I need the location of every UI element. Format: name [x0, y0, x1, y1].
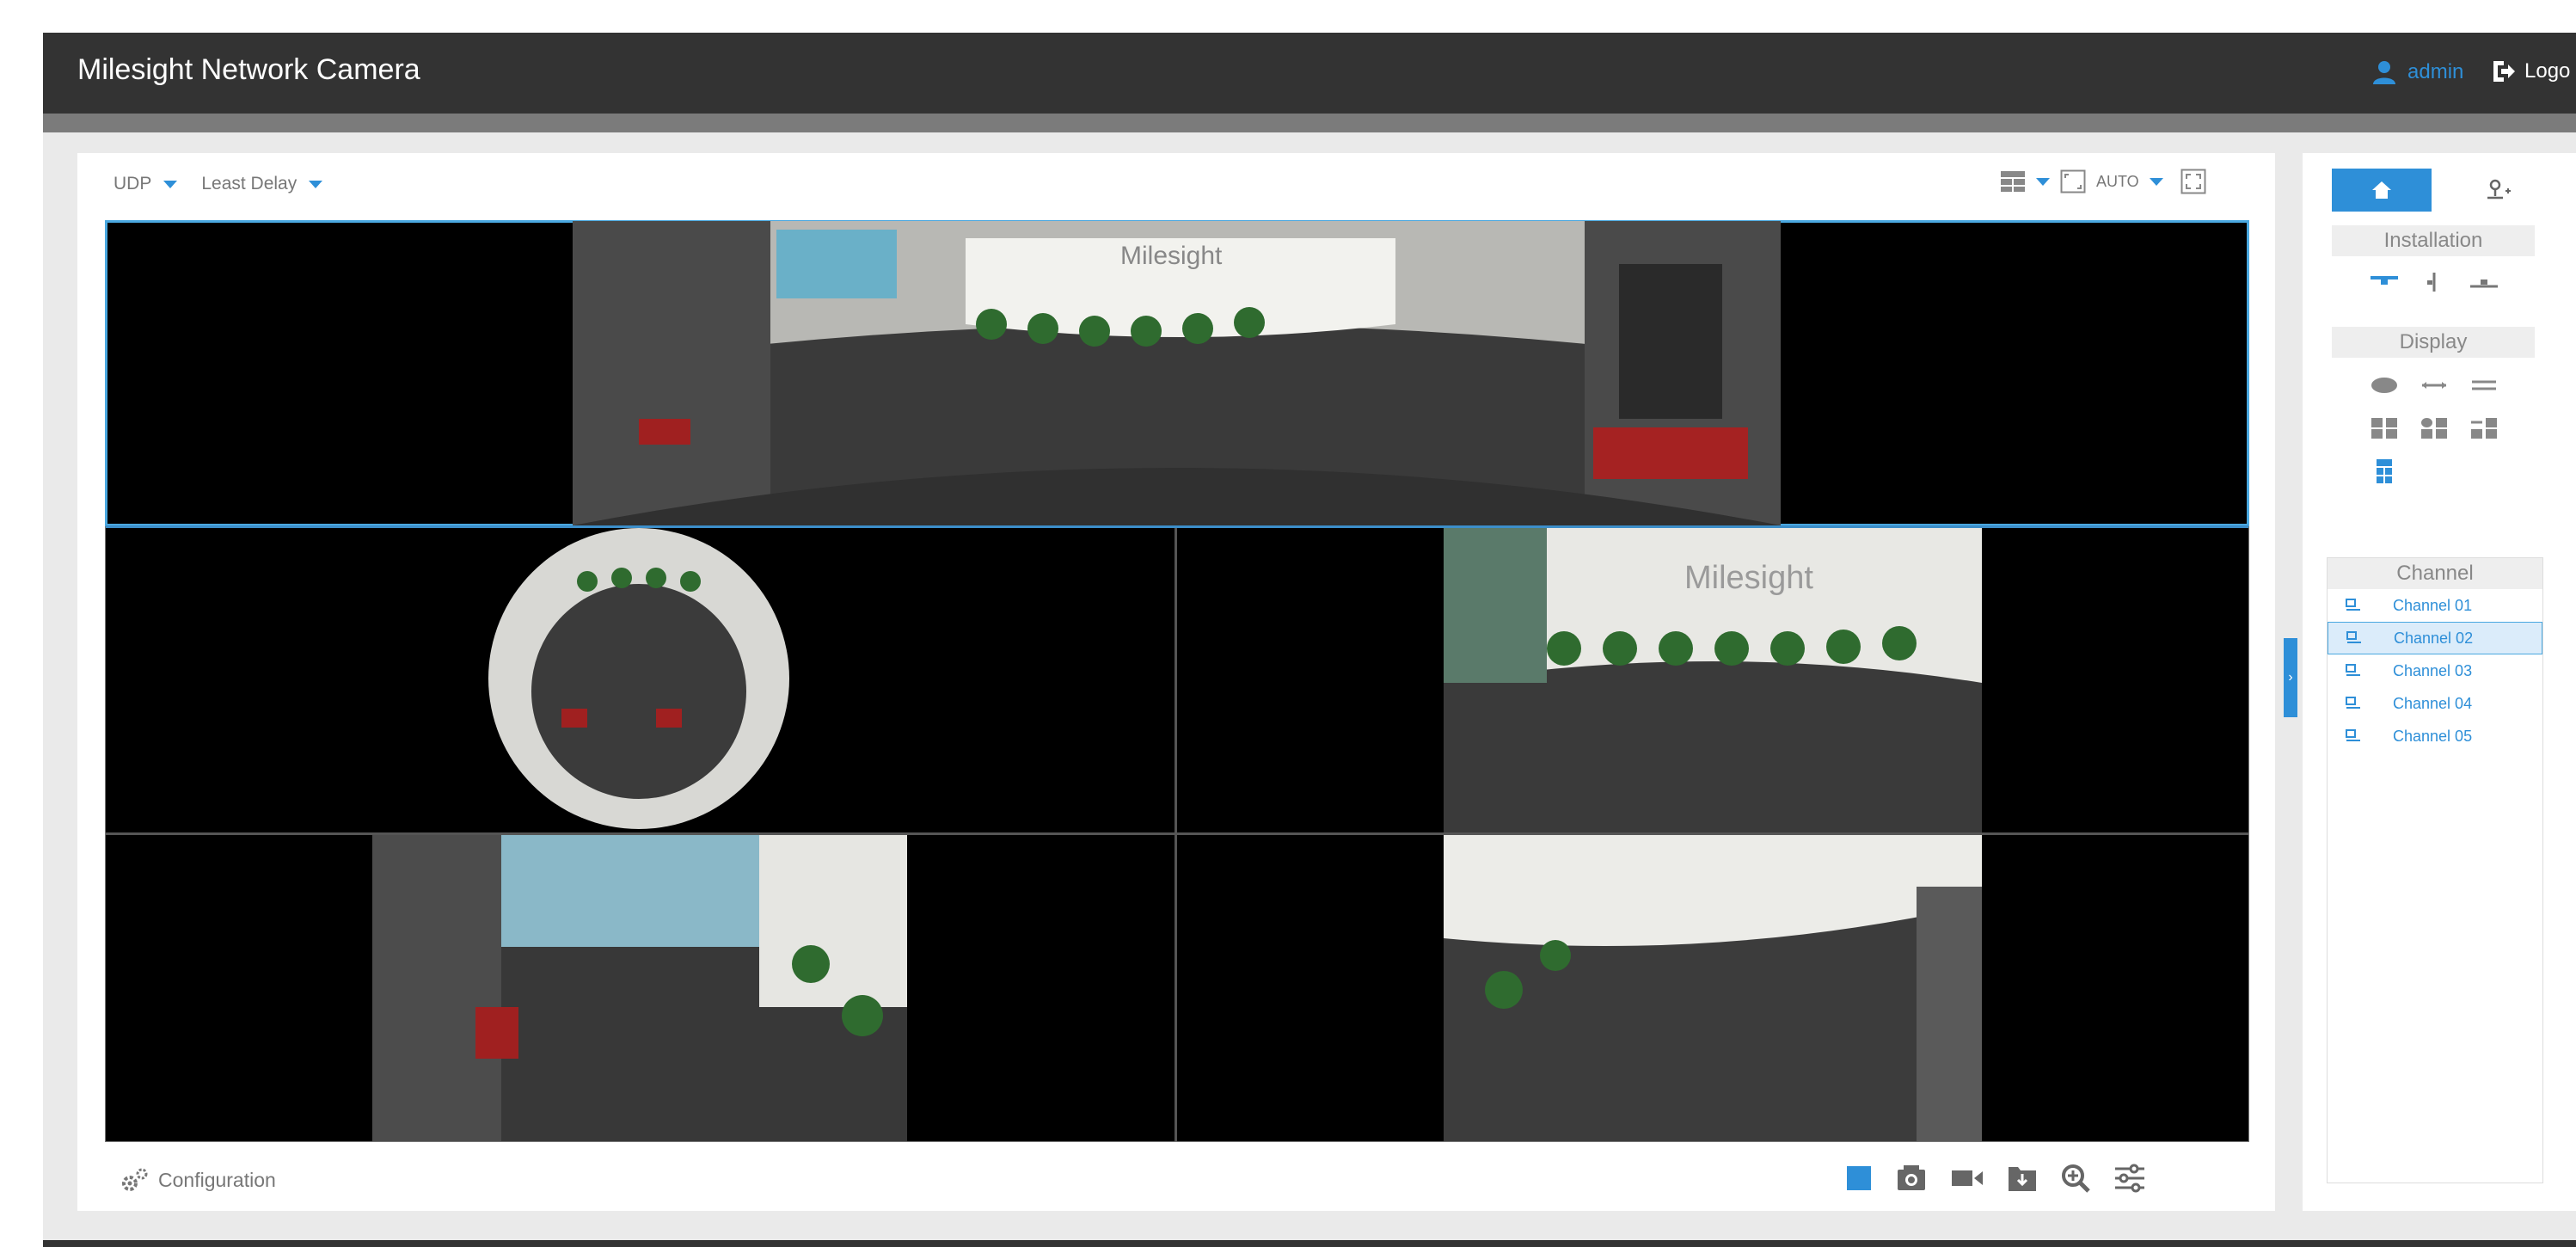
protocol-value: UDP	[113, 174, 152, 194]
fullscreen-icon[interactable]	[2180, 169, 2206, 194]
view-toolbar: AUTO	[2000, 169, 2206, 194]
panorama-plus-four-mode-icon[interactable]	[2364, 456, 2404, 487]
svg-text:Milesight: Milesight	[1120, 242, 1223, 270]
chevron-down-icon[interactable]	[2036, 177, 2050, 186]
top-header: Milesight Network Camera admin Logo	[43, 33, 2576, 114]
channel-label: Channel 03	[2393, 661, 2473, 679]
stream-settings: UDP Least Delay	[113, 174, 323, 194]
video-grid: Milesight Milesight	[105, 220, 2249, 1142]
panorama-mode-icon[interactable]	[2414, 370, 2454, 401]
delay-select[interactable]: Least Delay	[201, 174, 323, 194]
channel-list-header: Channel	[2328, 558, 2542, 589]
layout-icon[interactable]	[2000, 170, 2026, 193]
right-view-video-frame	[1444, 835, 1982, 1141]
bottom-toolbar: Configuration	[77, 1149, 2275, 1211]
app-window: Milesight Network Camera admin Logo UDP	[43, 33, 2576, 1247]
channel-list: Channel Channel 01 Channel 02 Channel 03…	[2327, 557, 2543, 1183]
zoom-in-icon[interactable]	[2060, 1163, 2091, 1194]
chevron-down-icon	[163, 180, 178, 188]
svg-text:Milesight: Milesight	[1684, 560, 1813, 596]
logout-button[interactable]: Logo	[2492, 59, 2570, 83]
double-panorama-mode-icon[interactable]	[2464, 370, 2504, 401]
display-section-header: Display	[2332, 327, 2535, 358]
panorama-video-frame: Milesight	[573, 221, 1781, 525]
aspect-ratio-icon[interactable]	[2060, 169, 2086, 194]
front-view-video-frame: Milesight	[1444, 528, 1982, 832]
panel-collapse-handle[interactable]: ›	[2284, 638, 2297, 717]
display-modes	[2364, 370, 2504, 487]
installation-options	[2364, 267, 2504, 298]
tab-ptz[interactable]	[2449, 169, 2548, 212]
fisheye-video-frame	[488, 528, 789, 829]
snapshot-icon[interactable]	[1895, 1163, 1928, 1194]
channel-item[interactable]: Channel 04	[2328, 687, 2542, 720]
wall-mount-icon[interactable]	[2414, 267, 2454, 298]
channel-label: Channel 05	[2393, 727, 2473, 745]
fisheye-mode-icon[interactable]	[2364, 370, 2404, 401]
protocol-select[interactable]: UDP	[113, 174, 178, 194]
video-cell-panorama[interactable]: Milesight	[105, 220, 2249, 526]
gear-icon	[122, 1168, 148, 1191]
quad-view-mode-icon[interactable]	[2364, 413, 2404, 444]
channel-icon	[2346, 697, 2360, 709]
video-cell-fisheye[interactable]	[106, 528, 1175, 832]
home-icon	[2372, 181, 2391, 199]
download-icon[interactable]	[2007, 1164, 2038, 1193]
logout-label[interactable]: Logo	[2524, 59, 2570, 83]
video-cell-right-view[interactable]	[1177, 835, 2248, 1141]
playback-controls	[1845, 1163, 2146, 1194]
app-title: Milesight Network Camera	[77, 53, 420, 86]
configuration-link[interactable]: Configuration	[120, 1166, 276, 1194]
channel-icon	[2346, 729, 2360, 741]
footer-bar	[43, 1240, 2576, 1247]
sub-header-bar	[43, 114, 2576, 132]
installation-section-header: Installation	[2332, 225, 2535, 256]
floor-mount-icon[interactable]	[2464, 267, 2504, 298]
chevron-down-icon[interactable]	[2149, 177, 2163, 186]
tab-home[interactable]	[2332, 169, 2432, 212]
fisheye-plus-three-mode-icon[interactable]	[2414, 413, 2454, 444]
stop-icon[interactable]	[1845, 1164, 1873, 1192]
panorama-plus-three-mode-icon[interactable]	[2464, 413, 2504, 444]
panel-tabs	[2332, 169, 2548, 212]
username[interactable]: admin	[2407, 60, 2463, 84]
channel-item[interactable]: Channel 02	[2328, 622, 2542, 654]
video-cell-front-view[interactable]: Milesight	[1177, 528, 2248, 832]
video-cell-left-view[interactable]	[106, 835, 1175, 1141]
channel-item[interactable]: Channel 05	[2328, 720, 2542, 752]
left-view-video-frame	[372, 835, 907, 1141]
delay-value: Least Delay	[201, 174, 297, 194]
configuration-label[interactable]: Configuration	[158, 1169, 276, 1192]
user-menu[interactable]: admin	[2371, 59, 2463, 85]
channel-icon	[2346, 664, 2360, 676]
channel-icon	[2346, 631, 2361, 643]
channel-label: Channel 02	[2394, 629, 2474, 647]
aspect-value[interactable]: AUTO	[2096, 173, 2139, 191]
ptz-icon	[2487, 179, 2511, 200]
fisheye-control-panel: Installation Display Channel Channel 01 …	[2303, 153, 2576, 1211]
chevron-right-icon: ›	[2288, 670, 2293, 685]
live-view-panel: UDP Least Delay AUTO Milesight Milesight…	[77, 153, 2275, 1211]
channel-label: Channel 01	[2393, 596, 2473, 614]
channel-item[interactable]: Channel 03	[2328, 654, 2542, 687]
ceiling-mount-icon[interactable]	[2364, 267, 2404, 298]
user-icon	[2373, 61, 2395, 84]
record-icon[interactable]	[1950, 1164, 1984, 1192]
channel-label: Channel 04	[2393, 694, 2473, 712]
channel-icon	[2346, 599, 2360, 611]
chevron-down-icon	[309, 180, 323, 188]
channel-item[interactable]: Channel 01	[2328, 589, 2542, 622]
image-settings-icon[interactable]	[2113, 1164, 2146, 1193]
logout-icon	[2493, 61, 2515, 82]
